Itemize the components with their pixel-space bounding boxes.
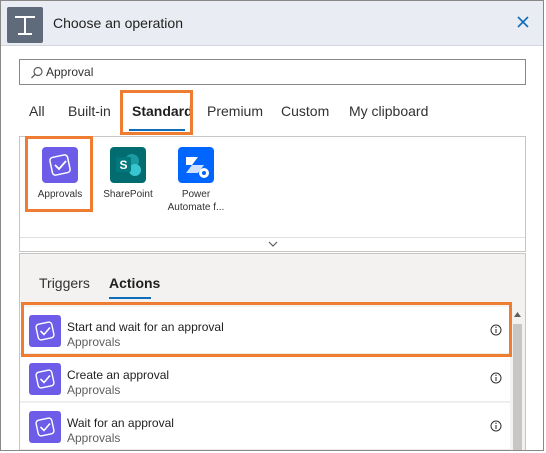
approvals-icon (29, 315, 61, 347)
connector-list: Approvals S SharePoint Power Automate f.… (19, 136, 526, 252)
panel-title: Choose an operation (53, 15, 183, 31)
tab-premium[interactable]: Premium (207, 103, 263, 119)
action-row[interactable]: Wait for an approval Approvals (20, 403, 510, 450)
tab-standard[interactable]: Standard (132, 103, 193, 119)
connector-label: Approvals (37, 189, 83, 200)
tab-custom[interactable]: Custom (281, 103, 329, 119)
svg-text:S: S (119, 158, 127, 172)
chevron-down-icon (268, 241, 278, 247)
tab-my-clipboard[interactable]: My clipboard (349, 103, 428, 119)
action-connector: Approvals (67, 335, 121, 349)
connector-power-automate[interactable]: Power Automate f... (161, 147, 231, 214)
connector-label: SharePoint (103, 189, 153, 200)
approvals-icon (42, 147, 78, 183)
expand-connectors[interactable] (20, 237, 525, 251)
actions-panel: Triggers Actions Start and wait for an a… (19, 253, 526, 450)
category-tabs: All Built-in Standard Premium Custom My … (1, 97, 543, 131)
action-row[interactable]: Create an approval Approvals (20, 355, 510, 402)
operation-step-icon (7, 7, 43, 43)
active-tab-indicator (129, 129, 185, 131)
action-connector: Approvals (67, 431, 121, 445)
actions-scrollbar[interactable] (510, 302, 525, 450)
action-row[interactable]: Start and wait for an approval Approvals (20, 307, 510, 354)
action-title: Create an approval (67, 368, 170, 382)
connector-label: Power Automate f... (167, 189, 225, 213)
search-icon (31, 66, 43, 79)
action-connector: Approvals (67, 383, 121, 397)
sharepoint-icon: S (110, 147, 146, 183)
info-icon[interactable] (490, 420, 502, 432)
tab-all[interactable]: All (29, 103, 45, 119)
tab-built-in[interactable]: Built-in (68, 103, 111, 119)
panel-header: Choose an operation (1, 1, 543, 46)
active-subtab-indicator (109, 297, 151, 299)
power-automate-icon (178, 147, 214, 183)
search-box[interactable] (19, 59, 526, 85)
connector-approvals[interactable]: Approvals (25, 147, 95, 201)
tab-triggers[interactable]: Triggers (39, 275, 90, 291)
approvals-icon (29, 363, 61, 395)
action-title: Wait for an approval (67, 416, 174, 430)
scrollbar-thumb[interactable] (513, 324, 522, 450)
info-icon[interactable] (490, 324, 502, 336)
approvals-icon (29, 411, 61, 443)
operation-panel: Choose an operation All Built-in Standar… (0, 0, 544, 451)
action-title: Start and wait for an approval (67, 320, 224, 334)
close-icon[interactable] (515, 14, 531, 30)
tab-actions[interactable]: Actions (109, 275, 160, 291)
connector-sharepoint[interactable]: S SharePoint (93, 147, 163, 201)
search-input[interactable] (46, 60, 516, 84)
info-icon[interactable] (490, 372, 502, 384)
scroll-up-icon[interactable] (514, 312, 521, 317)
